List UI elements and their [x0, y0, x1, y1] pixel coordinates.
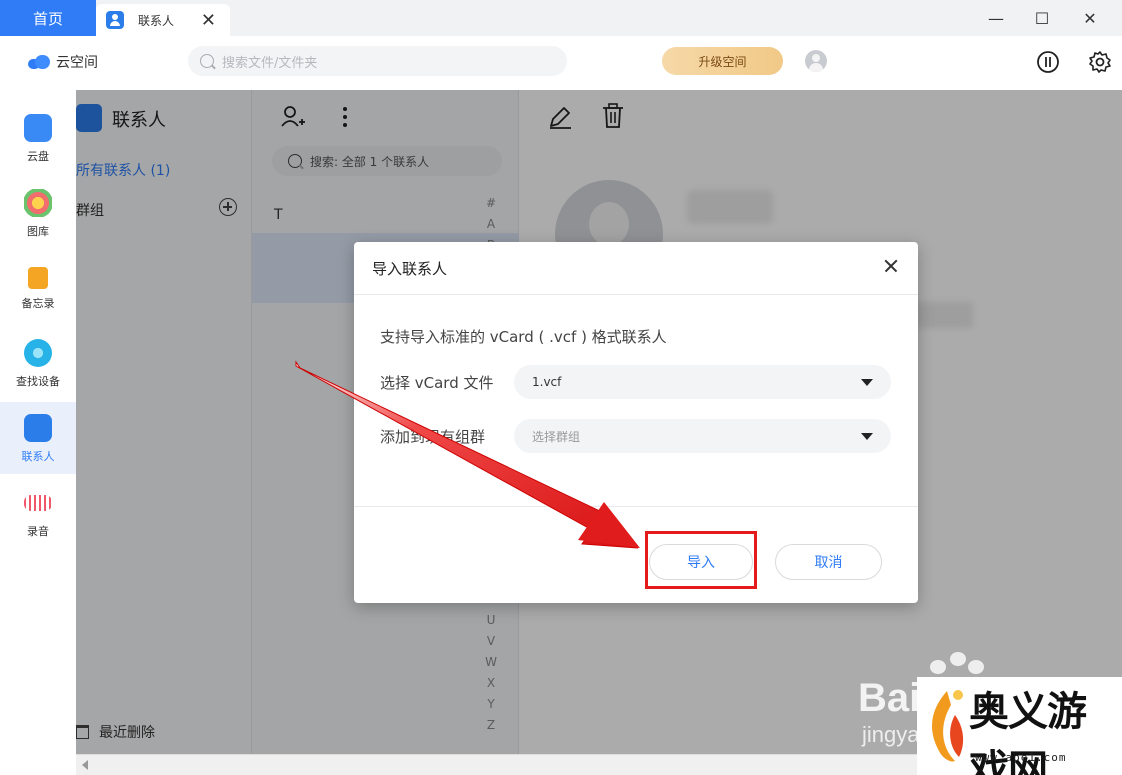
brand-name: 云空间	[56, 55, 98, 71]
baidu-watermark: Bai	[858, 676, 921, 720]
nav-label: 云盘	[27, 150, 49, 163]
site-url: www.aoe1.com	[975, 751, 1067, 764]
memo-icon	[28, 267, 48, 289]
dialog-title: 导入联系人	[372, 260, 448, 278]
dialog-divider	[354, 294, 918, 295]
top-toolbar: 云空间 搜索文件/文件夹 升级空间	[0, 36, 1122, 90]
site-watermark: 奥义游戏网 www.aoe1.com	[917, 677, 1122, 775]
group-placeholder: 选择群组	[532, 429, 581, 444]
group-label: 添加到现有组群	[380, 428, 486, 446]
file-search-placeholder: 搜索文件/文件夹	[222, 55, 318, 71]
cloud-logo-icon	[28, 55, 50, 69]
vcard-file-value: 1.vcf	[532, 375, 562, 389]
close-icon[interactable]	[881, 256, 901, 276]
nav-label: 联系人	[21, 450, 55, 463]
nav-item-recorder[interactable]: 录音	[0, 477, 76, 549]
highlight-box	[645, 531, 757, 589]
minimize-button[interactable]: —	[984, 6, 1008, 30]
watermark-paw-icon	[950, 652, 966, 666]
dialog-footer-divider	[354, 506, 918, 507]
nav-item-contacts[interactable]: 联系人	[0, 402, 76, 474]
find-device-icon	[24, 339, 52, 367]
close-tab-icon[interactable]: ✕	[201, 10, 216, 31]
maximize-button[interactable]: ☐	[1030, 6, 1054, 30]
chevron-down-icon	[861, 433, 873, 440]
contacts-icon	[24, 414, 52, 442]
gallery-icon	[24, 189, 52, 217]
settings-gear-icon[interactable]	[1088, 50, 1112, 74]
group-select[interactable]: 选择群组	[514, 419, 891, 453]
nav-label: 备忘录	[21, 297, 55, 310]
vcard-file-select[interactable]: 1.vcf	[514, 365, 891, 399]
nav-label: 录音	[27, 525, 49, 538]
scroll-left-icon[interactable]	[82, 760, 88, 770]
nav-item-gallery[interactable]: 图库	[0, 177, 76, 249]
watermark-paw-icon	[968, 660, 984, 674]
cancel-button[interactable]: 取消	[775, 544, 882, 580]
tab-contacts-label: 联系人	[138, 13, 175, 28]
contacts-tab-icon	[106, 11, 124, 29]
tab-contacts[interactable]: 联系人 ✕	[96, 4, 230, 36]
site-logo-icon	[932, 690, 964, 762]
watermark-paw-icon	[930, 660, 946, 674]
left-nav: 云盘 图库 备忘录 查找设备 联系人 录音	[0, 90, 76, 775]
chevron-down-icon	[861, 379, 873, 386]
cloud-drive-icon	[24, 114, 52, 142]
import-contacts-dialog: 导入联系人 支持导入标准的 vCard ( .vcf ) 格式联系人 选择 vC…	[354, 242, 918, 603]
brand: 云空间	[28, 52, 98, 72]
nav-item-memo[interactable]: 备忘录	[0, 252, 76, 324]
vcard-file-label: 选择 vCard 文件	[380, 374, 494, 392]
nav-label: 查找设备	[16, 375, 60, 388]
jingyan-watermark: jingya	[862, 722, 920, 747]
nav-item-cloud-drive[interactable]: 云盘	[0, 102, 76, 174]
nav-label: 图库	[27, 225, 49, 238]
nav-item-find-device[interactable]: 查找设备	[0, 327, 76, 399]
title-bar: 首页 联系人 ✕ — ☐ ✕	[0, 0, 1122, 36]
recorder-icon	[24, 495, 52, 511]
usage-meter-icon[interactable]	[1036, 50, 1060, 74]
tab-home[interactable]: 首页	[0, 0, 96, 36]
file-search-input[interactable]: 搜索文件/文件夹	[188, 46, 567, 76]
upgrade-space-button[interactable]: 升级空间	[662, 47, 783, 75]
user-avatar[interactable]	[805, 50, 827, 72]
search-icon	[200, 54, 214, 68]
close-window-button[interactable]: ✕	[1078, 6, 1102, 30]
dialog-description: 支持导入标准的 vCard ( .vcf ) 格式联系人	[380, 328, 667, 346]
